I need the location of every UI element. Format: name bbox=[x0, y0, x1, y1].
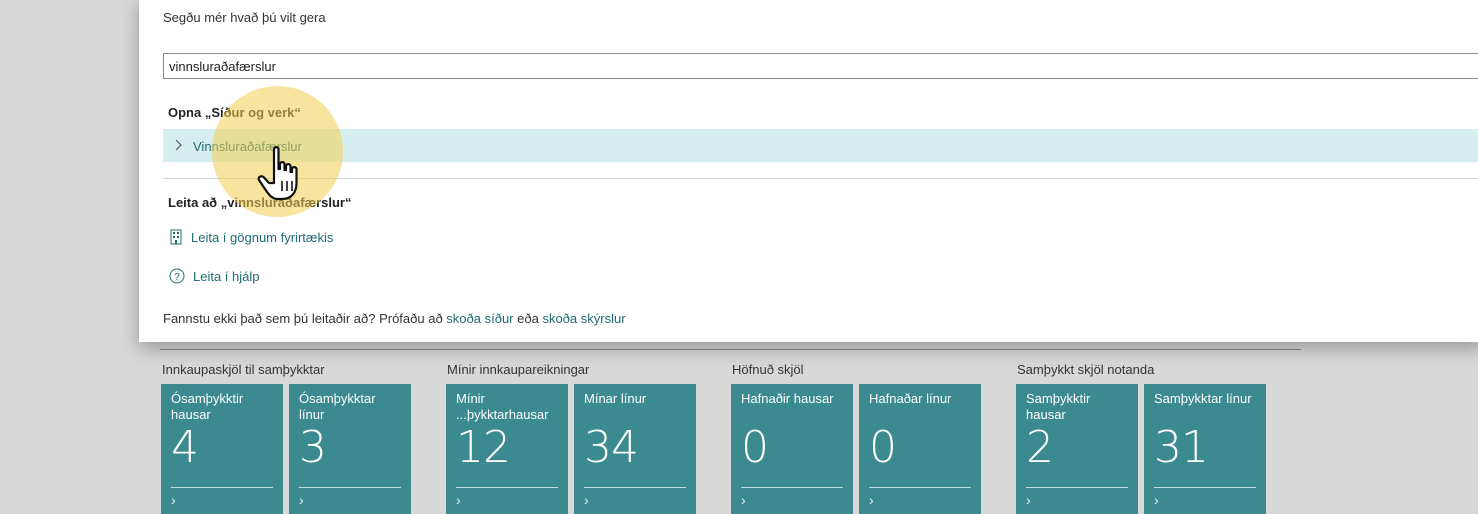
tile-my-lines[interactable]: Mínar línur 34 › bbox=[574, 384, 696, 514]
tile-divider bbox=[1026, 487, 1128, 488]
chevron-right-icon: › bbox=[869, 492, 874, 508]
section-heading-pages: Opna „Síður og verk“ bbox=[168, 105, 301, 120]
group-title: Mínir innkaupareikningar bbox=[447, 362, 590, 377]
tile-value: 2 bbox=[1026, 422, 1054, 473]
action-label: Leita í hjálp bbox=[193, 268, 260, 284]
tile-divider bbox=[869, 487, 971, 488]
tile-label: Samþykktar línur bbox=[1154, 391, 1252, 406]
tile-value: 3 bbox=[299, 422, 327, 473]
tile-label: Samþykktir hausar bbox=[1026, 391, 1091, 422]
browse-pages-link[interactable]: skoða síður bbox=[446, 311, 513, 326]
result-label: Vinnsluraðafærslur bbox=[193, 139, 302, 154]
tile-divider bbox=[171, 487, 273, 488]
tile-label: Hafnaðir hausar bbox=[741, 391, 834, 406]
tile-group-my-invoices: Mínir innkaupareikningar Mínir ...þykkta… bbox=[446, 362, 696, 514]
tile-value: 0 bbox=[869, 422, 897, 473]
result-row-job-queue-entries[interactable]: Vinnsluraðafærslur bbox=[163, 129, 1478, 162]
tile-label: Mínar línur bbox=[584, 391, 647, 406]
browse-reports-link[interactable]: skoða skýrslur bbox=[542, 311, 625, 326]
tile-group-user-approved: Samþykkt skjöl notanda Samþykktir hausar… bbox=[1016, 362, 1266, 514]
tile-approved-lines[interactable]: Samþykktar línur 31 › bbox=[1144, 384, 1266, 514]
search-help-link[interactable]: ? Leita í hjálp bbox=[169, 268, 260, 284]
tile-group-approval: Innkaupaskjöl til samþykktar Ósamþykktir… bbox=[161, 362, 411, 514]
tile-divider bbox=[456, 487, 558, 488]
tile-rejected-lines[interactable]: Hafnaðar línur 0 › bbox=[859, 384, 981, 514]
tile-value: 0 bbox=[741, 422, 769, 473]
search-company-data-link[interactable]: Leita í gögnum fyrirtækis bbox=[169, 229, 333, 245]
chevron-right-icon: › bbox=[741, 492, 746, 508]
dialog-prompt: Segðu mér hvað þú vilt gera bbox=[163, 10, 326, 25]
tile-value: 31 bbox=[1154, 422, 1209, 473]
tile-rejected-headers[interactable]: Hafnaðir hausar 0 › bbox=[731, 384, 853, 514]
building-icon bbox=[170, 229, 182, 245]
tile-divider bbox=[299, 487, 401, 488]
tile-label: Ósamþykktar línur bbox=[299, 391, 376, 422]
chevron-right-icon: › bbox=[299, 492, 304, 508]
chevron-right-icon: › bbox=[1154, 492, 1159, 508]
chevron-right-icon: › bbox=[1026, 492, 1031, 508]
tell-me-dialog: Segðu mér hvað þú vilt gera Opna „Síður … bbox=[139, 0, 1478, 342]
tile-approved-headers[interactable]: Samþykktir hausar 2 › bbox=[1016, 384, 1138, 514]
dashboard-divider bbox=[160, 349, 1301, 350]
tile-value: 12 bbox=[456, 422, 511, 473]
chevron-right-icon bbox=[175, 139, 182, 151]
search-input[interactable] bbox=[163, 53, 1478, 79]
group-title: Höfnuð skjöl bbox=[732, 362, 804, 377]
tile-value: 34 bbox=[584, 422, 639, 473]
chevron-right-icon: › bbox=[584, 492, 589, 508]
tile-label: Mínir ...þykktarhausar bbox=[456, 391, 549, 422]
tile-divider bbox=[741, 487, 843, 488]
action-label: Leita í gögnum fyrirtækis bbox=[191, 229, 334, 245]
svg-text:?: ? bbox=[174, 272, 180, 283]
chevron-right-icon: › bbox=[456, 492, 461, 508]
tile-label: Ósamþykktir hausar bbox=[171, 391, 244, 422]
tile-divider bbox=[1154, 487, 1256, 488]
dialog-footer: Fannstu ekki það sem þú leitaðir að? Pró… bbox=[163, 311, 626, 326]
help-question-icon: ? bbox=[169, 268, 185, 284]
section-divider bbox=[163, 178, 1478, 179]
chevron-right-icon: › bbox=[171, 492, 176, 508]
group-title: Samþykkt skjöl notanda bbox=[1017, 362, 1155, 377]
tile-value: 4 bbox=[171, 422, 199, 473]
footer-text: Fannstu ekki það sem þú leitaðir að? Pró… bbox=[163, 311, 443, 326]
footer-or: eða bbox=[517, 311, 539, 326]
tile-divider bbox=[584, 487, 686, 488]
tile-group-rejected: Höfnuð skjöl Hafnaðir hausar 0 › Hafnaða… bbox=[731, 362, 981, 514]
tile-unapproved-lines[interactable]: Ósamþykktar línur 3 › bbox=[289, 384, 411, 514]
tile-my-approval-headers[interactable]: Mínir ...þykktarhausar 12 › bbox=[446, 384, 568, 514]
tile-label: Hafnaðar línur bbox=[869, 391, 952, 406]
group-title: Innkaupaskjöl til samþykktar bbox=[162, 362, 325, 377]
tile-unapproved-headers[interactable]: Ósamþykktir hausar 4 › bbox=[161, 384, 283, 514]
section-heading-search: Leita að „vinnsluraðafærslur“ bbox=[168, 195, 352, 210]
